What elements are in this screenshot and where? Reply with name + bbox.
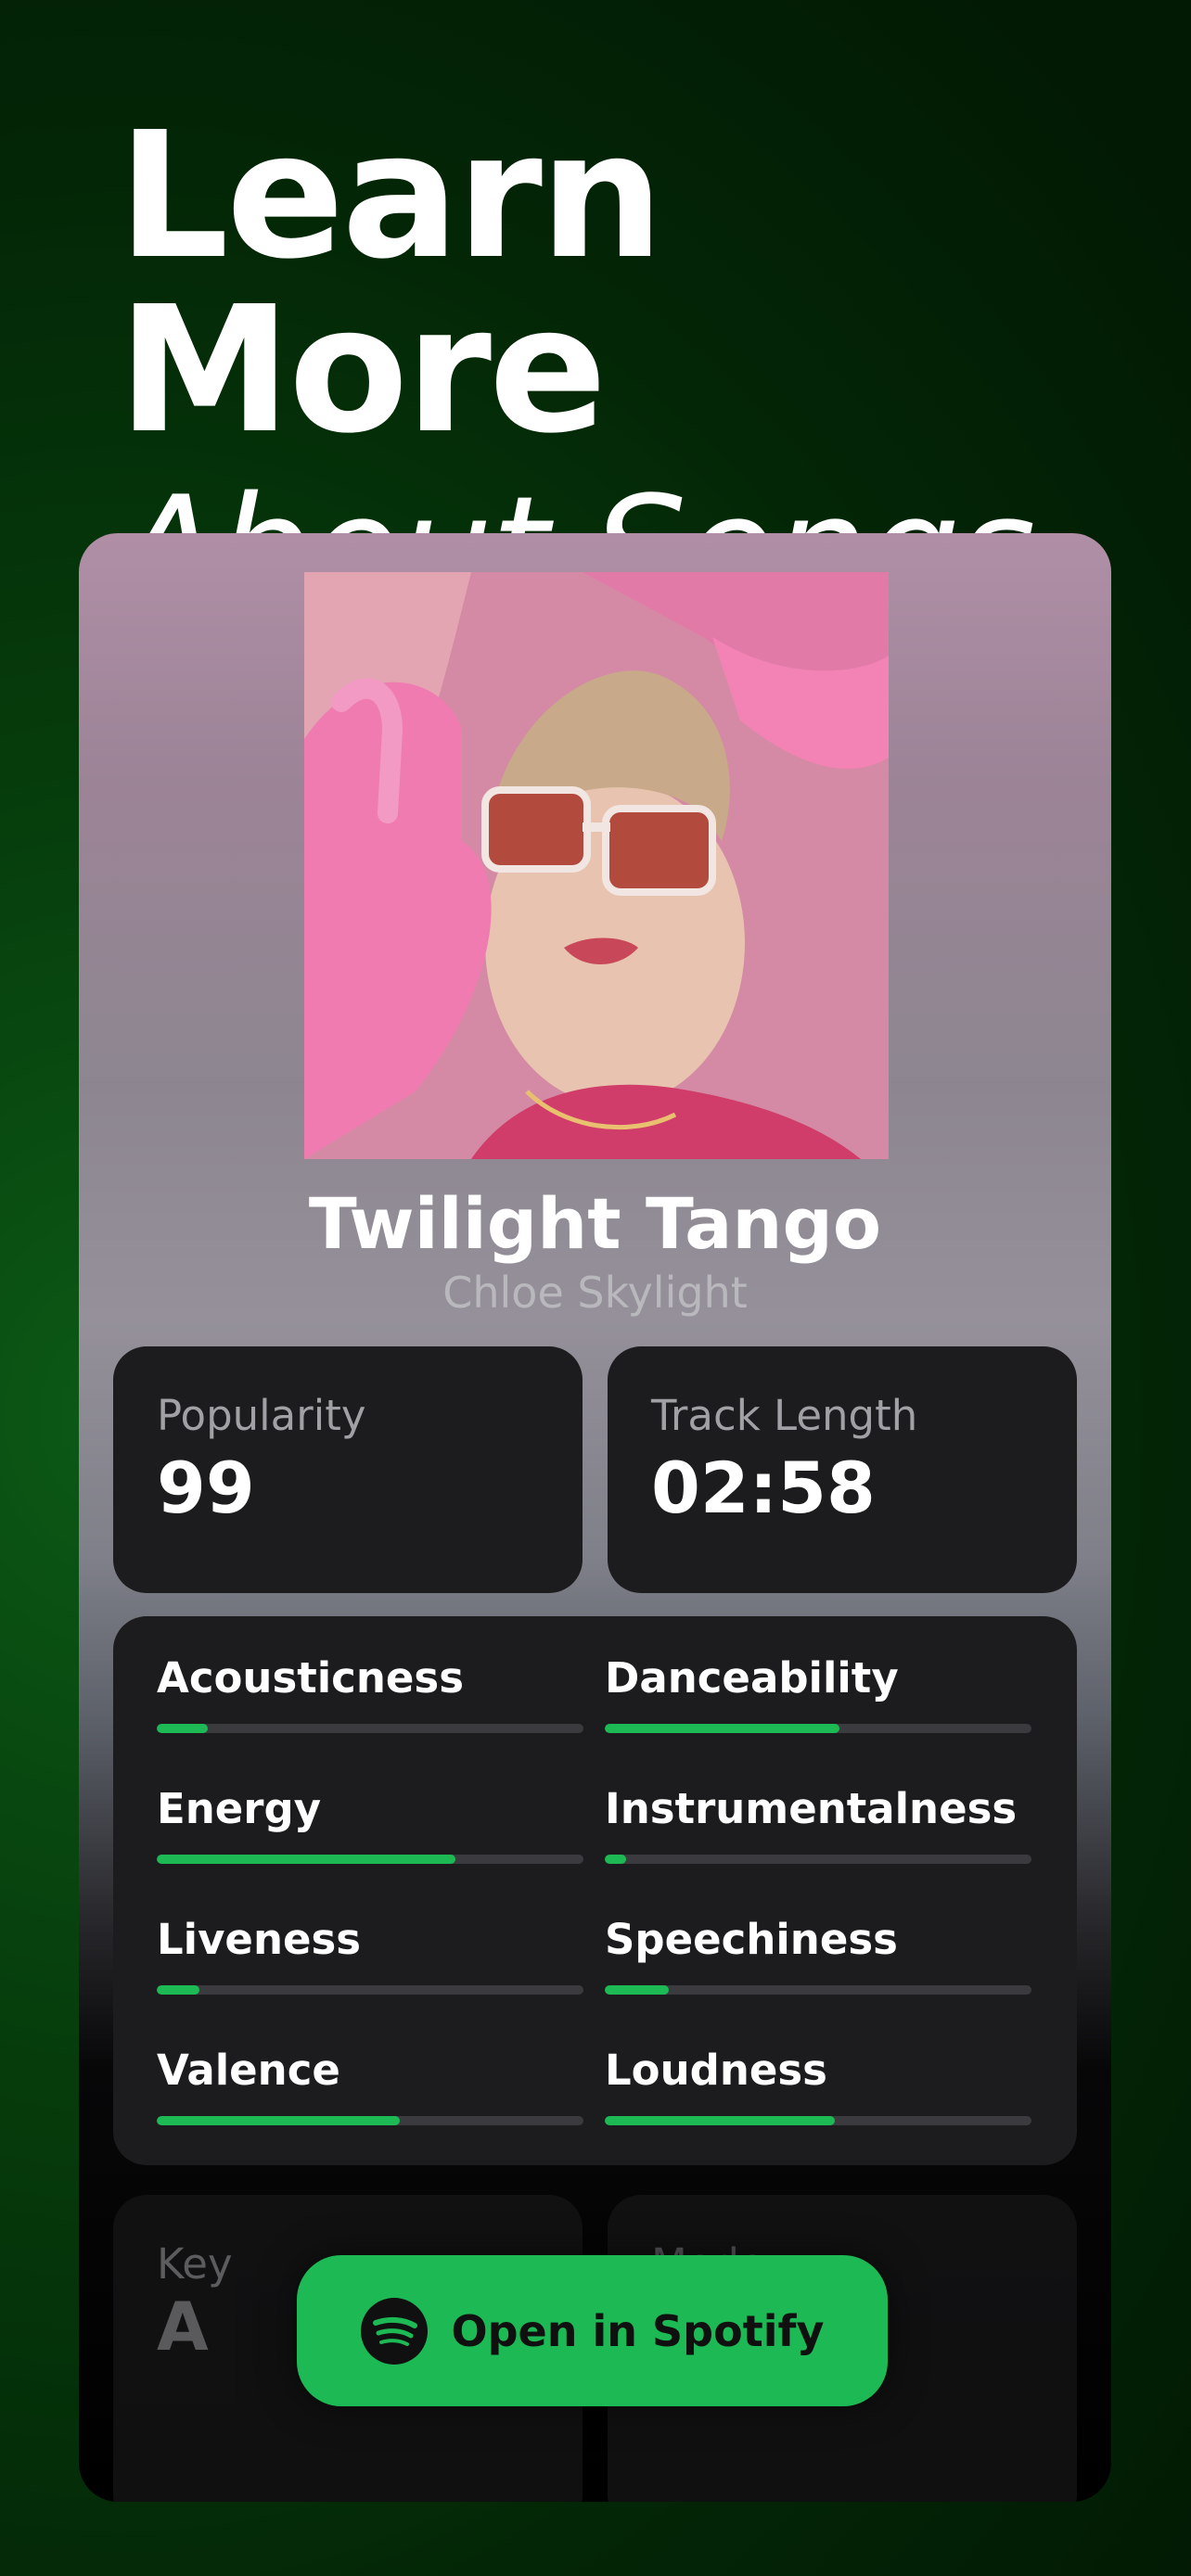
feature-bar-fill — [605, 1855, 626, 1864]
feature-label: Loudness — [605, 2046, 827, 2095]
track-length-tile: Track Length 02:58 — [608, 1346, 1077, 1593]
feature-acousticness: Acousticness — [157, 1653, 583, 1733]
feature-bar-track — [605, 1985, 1031, 1995]
audio-features-panel: Acousticness Danceability Energy Instrum… — [113, 1616, 1077, 2165]
feature-liveness: Liveness — [157, 1915, 583, 1995]
feature-bar-fill — [605, 2116, 836, 2125]
feature-bar-fill — [157, 1855, 455, 1864]
feature-label: Liveness — [157, 1915, 362, 1964]
feature-label: Speechiness — [605, 1915, 898, 1964]
feature-valence: Valence — [157, 2046, 583, 2125]
feature-bar-track — [157, 1855, 583, 1864]
open-in-spotify-button[interactable]: Open in Spotify — [297, 2255, 888, 2406]
feature-bar-track — [605, 1724, 1031, 1733]
feature-label: Energy — [157, 1784, 322, 1833]
feature-bar-track — [157, 1724, 583, 1733]
headline-line-1: Learn More — [118, 95, 664, 472]
feature-bar-fill — [157, 1985, 199, 1995]
feature-bar-track — [157, 2116, 583, 2125]
feature-label: Valence — [157, 2046, 340, 2095]
feature-label: Acousticness — [157, 1653, 464, 1702]
popularity-tile: Popularity 99 — [113, 1346, 583, 1593]
feature-bar-fill — [605, 1985, 669, 1995]
feature-bar-fill — [157, 2116, 401, 2125]
feature-bar-track — [605, 2116, 1031, 2125]
feature-label: Instrumentalness — [605, 1784, 1018, 1833]
feature-bar-fill — [605, 1724, 839, 1733]
spotify-icon — [360, 2297, 428, 2365]
feature-bar-track — [605, 1855, 1031, 1864]
song-artist: Chloe Skylight — [442, 1268, 748, 1318]
song-title: Twilight Tango — [308, 1182, 882, 1265]
track-length-label: Track Length — [651, 1391, 918, 1440]
track-length-value: 02:58 — [651, 1447, 876, 1529]
key-label: Key — [157, 2239, 233, 2289]
feature-energy: Energy — [157, 1784, 583, 1864]
open-in-spotify-label: Open in Spotify — [451, 2305, 825, 2356]
key-value: A — [157, 2288, 209, 2366]
feature-instrumentalness: Instrumentalness — [605, 1784, 1031, 1864]
popularity-value: 99 — [157, 1447, 255, 1529]
feature-bar-track — [157, 1985, 583, 1995]
feature-bar-fill — [157, 1724, 209, 1733]
feature-loudness: Loudness — [605, 2046, 1031, 2125]
album-cover-image — [304, 572, 889, 1159]
feature-danceability: Danceability — [605, 1653, 1031, 1733]
song-card: Twilight Tango Chloe Skylight Popularity… — [79, 533, 1111, 2502]
feature-speechiness: Speechiness — [605, 1915, 1031, 1995]
popularity-label: Popularity — [157, 1391, 366, 1440]
feature-label: Danceability — [605, 1653, 899, 1702]
